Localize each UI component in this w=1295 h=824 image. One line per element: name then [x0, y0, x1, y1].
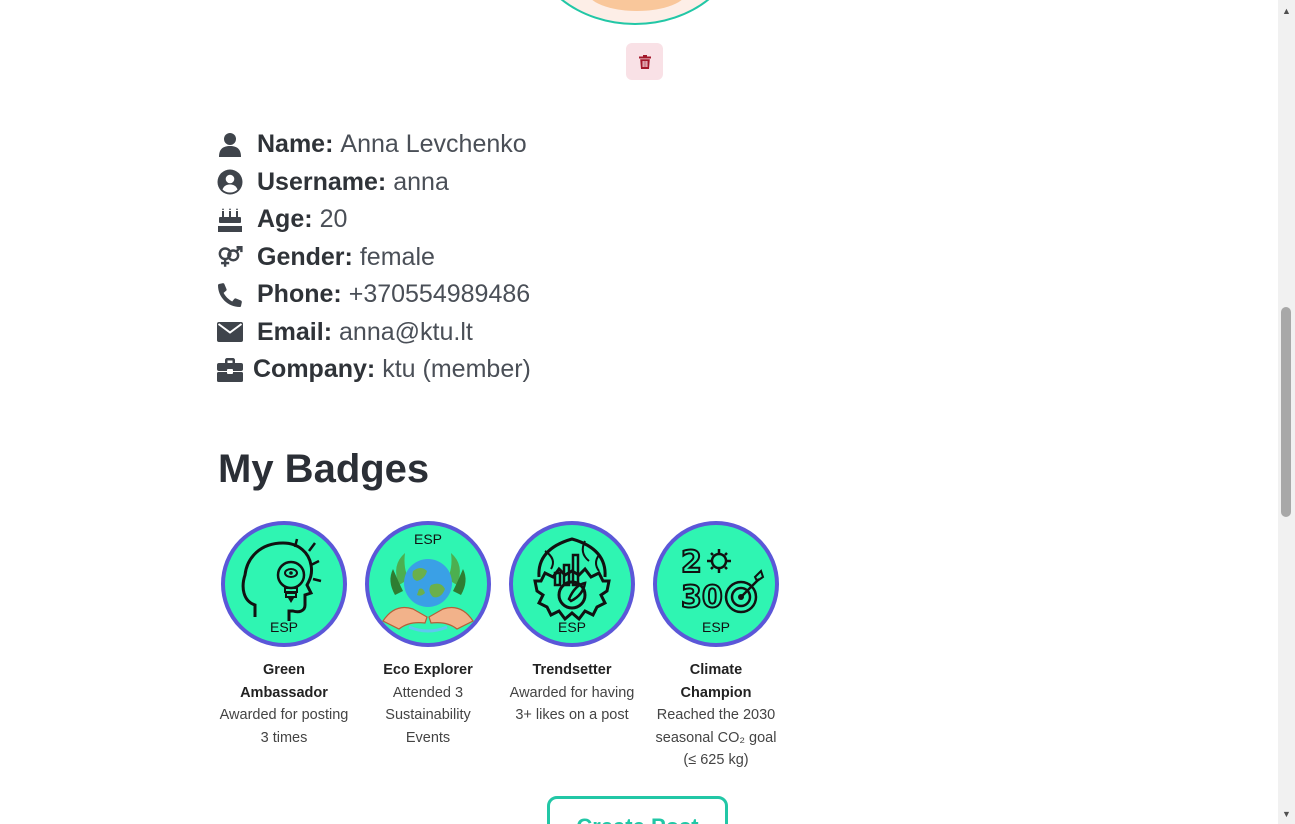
badge-name: Eco Explorer — [383, 662, 473, 678]
badge-mark: ESP — [701, 619, 730, 635]
gender-label: Gender: — [257, 242, 353, 271]
gender-icon — [217, 244, 243, 270]
profile-username-row: Username: anna — [217, 164, 531, 202]
create-post-button[interactable]: Create Post — [547, 796, 728, 824]
badge-eco-explorer: ESP Eco Explorer Attended 3 Sustainabili… — [356, 521, 500, 772]
company-value: ktu (member) — [382, 355, 531, 384]
username-value: anna — [393, 167, 449, 196]
profile-name-row: Name: Anna Levchenko — [217, 126, 531, 164]
badge-image: ESP — [221, 521, 347, 647]
badge-image: 2 30 ESP — [653, 521, 779, 647]
user-circle-icon — [217, 169, 243, 195]
phone-value: +370554989486 — [348, 280, 531, 309]
email-label: Email: — [257, 317, 333, 346]
badge-name: Green Ambassador — [240, 662, 328, 701]
badge-description: Awarded for having 3+ likes on a post — [509, 684, 635, 724]
badge-mark: ESP — [269, 619, 298, 635]
name-value: Anna Levchenko — [340, 130, 527, 159]
badge-mark: ESP — [557, 619, 586, 635]
profile-page: Name: Anna Levchenko Username: anna Age:… — [0, 0, 1295, 824]
badge-green-ambassador: ESP Green Ambassador Awarded for posting… — [212, 521, 356, 772]
gender-value: female — [359, 242, 435, 271]
badge-description: Awarded for posting 3 times — [219, 707, 349, 746]
username-label: Username: — [257, 167, 387, 196]
svg-text:2: 2 — [681, 545, 702, 580]
badge-description: Reached the 2030 seasonal CO₂ goal (≤ 62… — [655, 707, 777, 768]
scroll-down-arrow-icon[interactable]: ▼ — [1278, 805, 1295, 822]
age-label: Age: — [257, 205, 313, 234]
trash-icon — [638, 54, 651, 69]
scrollbar-thumb[interactable] — [1281, 307, 1291, 517]
badge-image: ESP — [509, 521, 635, 647]
name-label: Name: — [257, 130, 334, 159]
badge-climate-champion: 2 30 ESP Climate Champion Reached the 20… — [644, 521, 788, 772]
badge-image: ESP — [365, 521, 491, 647]
briefcase-icon — [217, 357, 243, 383]
email-value: anna@ktu.lt — [339, 317, 473, 346]
envelope-icon — [217, 319, 243, 345]
profile-age-row: Age: 20 — [217, 201, 531, 239]
profile-avatar — [530, 0, 740, 25]
page-scrollbar[interactable]: ▲ ▼ — [1278, 0, 1295, 824]
badges-list: ESP Green Ambassador Awarded for posting… — [212, 521, 788, 772]
phone-icon — [217, 282, 243, 308]
badge-mark: ESP — [413, 531, 442, 547]
birthday-cake-icon — [217, 207, 243, 233]
profile-company-row: Company: ktu (member) — [217, 351, 531, 389]
svg-text:30: 30 — [681, 580, 723, 615]
age-value: 20 — [319, 205, 348, 234]
delete-avatar-button[interactable] — [626, 43, 663, 80]
profile-email-row: Email: anna@ktu.lt — [217, 314, 531, 352]
badge-name: Climate Champion — [680, 662, 752, 701]
phone-label: Phone: — [257, 280, 342, 309]
scroll-up-arrow-icon[interactable]: ▲ — [1278, 2, 1295, 19]
badge-name: Trendsetter — [532, 662, 612, 678]
user-icon — [217, 132, 243, 158]
profile-phone-row: Phone: +370554989486 — [217, 276, 531, 314]
profile-info: Name: Anna Levchenko Username: anna Age:… — [217, 126, 531, 389]
badge-description: Attended 3 Sustainability Events — [385, 684, 471, 746]
profile-gender-row: Gender: female — [217, 239, 531, 277]
badges-heading: My Badges — [218, 447, 430, 491]
badge-trendsetter: ESP Trendsetter Awarded for having 3+ li… — [500, 521, 644, 772]
company-label: Company: — [253, 355, 376, 384]
